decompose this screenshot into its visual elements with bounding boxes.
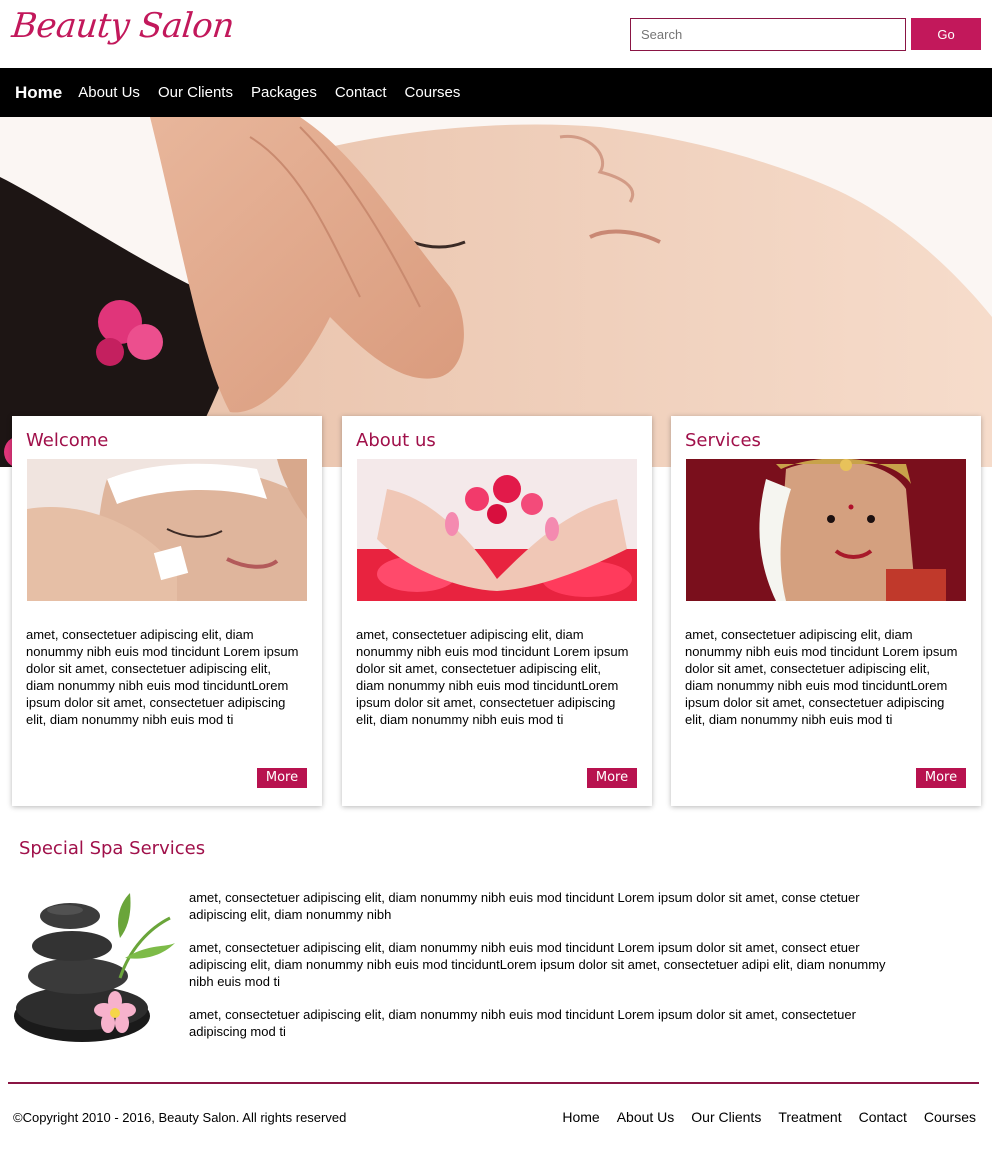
nav-item-home[interactable]: Home <box>15 83 62 103</box>
footer-nav: Home About Us Our Clients Treatment Cont… <box>545 1109 976 1125</box>
search-go-button[interactable]: Go <box>911 18 981 50</box>
footer-divider <box>8 1082 979 1084</box>
footer-link-treatment[interactable]: Treatment <box>778 1109 841 1125</box>
search-input[interactable] <box>630 18 906 51</box>
footer-link-contact[interactable]: Contact <box>859 1109 907 1125</box>
card-more-button[interactable]: More <box>916 768 966 788</box>
nav-item-packages[interactable]: Packages <box>251 84 317 101</box>
card-body-text: amet, consectetuer adipiscing elit, diam… <box>26 627 299 727</box>
card-image-bride <box>686 459 966 601</box>
footer-link-our-clients[interactable]: Our Clients <box>691 1109 761 1125</box>
main-nav: Home About Us Our Clients Packages Conta… <box>0 68 992 117</box>
card-about-us: About us amet, consectetuer adipiscing e… <box>342 416 652 806</box>
card-image-hands-petals <box>357 459 637 601</box>
site-header: Beauty Salon Go <box>0 0 992 68</box>
spa-stones-image <box>10 888 180 1048</box>
footer-link-courses[interactable]: Courses <box>924 1109 976 1125</box>
footer-link-about-us[interactable]: About Us <box>617 1109 675 1125</box>
nav-item-about-us[interactable]: About Us <box>78 84 140 101</box>
card-more-button[interactable]: More <box>587 768 637 788</box>
special-section-text: amet, consectetuer adipiscing elit, diam… <box>189 889 899 1056</box>
special-paragraph: amet, consectetuer adipiscing elit, diam… <box>189 940 886 989</box>
hero-banner-image <box>0 117 992 467</box>
card-title: Welcome <box>26 430 109 451</box>
card-body-text: amet, consectetuer adipiscing elit, diam… <box>685 627 958 727</box>
nav-item-contact[interactable]: Contact <box>335 84 387 101</box>
special-section-title: Special Spa Services <box>19 838 206 859</box>
footer-link-home[interactable]: Home <box>562 1109 599 1125</box>
site-logo[interactable]: Beauty Salon <box>10 6 236 46</box>
nav-item-our-clients[interactable]: Our Clients <box>158 84 233 101</box>
card-title: About us <box>356 430 436 451</box>
nav-item-courses[interactable]: Courses <box>405 84 461 101</box>
special-paragraph: amet, consectetuer adipiscing elit, diam… <box>189 890 860 922</box>
card-more-button[interactable]: More <box>257 768 307 788</box>
card-welcome: Welcome amet, consectetuer adipiscing el… <box>12 416 322 806</box>
card-title: Services <box>685 430 761 451</box>
card-image-facial <box>27 459 307 601</box>
card-body-text: amet, consectetuer adipiscing elit, diam… <box>356 627 629 727</box>
special-paragraph: amet, consectetuer adipiscing elit, diam… <box>189 1007 856 1039</box>
card-services: Services amet, consectetuer adipiscing e… <box>671 416 981 806</box>
copyright-text: ©Copyright 2010 - 2016, Beauty Salon. Al… <box>13 1110 347 1125</box>
